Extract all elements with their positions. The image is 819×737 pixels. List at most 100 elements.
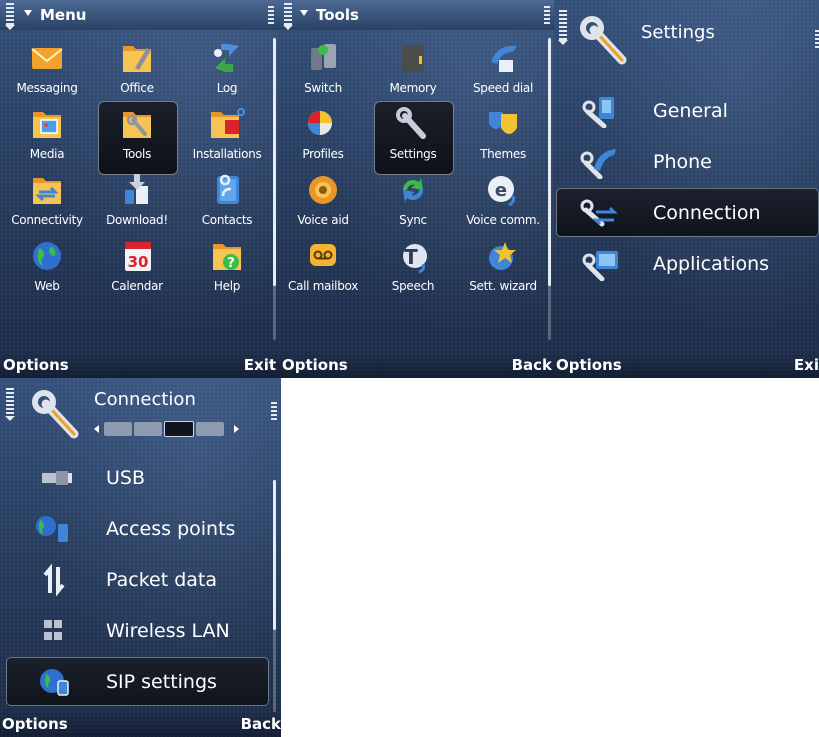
tab-packet-data[interactable] <box>164 421 194 437</box>
globe-icon <box>33 242 61 270</box>
signal-strength-icon <box>283 3 293 30</box>
scrollbar-thumb[interactable] <box>273 480 276 630</box>
menu-item-connectivity[interactable]: Connectivity <box>2 170 92 236</box>
menu-item-label: Download! <box>106 213 168 227</box>
tools-item-voice-aid[interactable]: Voice aid <box>278 170 368 236</box>
profiles-icon <box>308 111 332 135</box>
softkey-bar: Options Exit <box>0 352 278 378</box>
tools-item-themes[interactable]: Themes <box>458 104 548 170</box>
options-softkey[interactable]: Options <box>556 356 622 374</box>
tools-item-settings[interactable]: Settings <box>368 101 458 175</box>
connection-item-wireless-lan[interactable]: Wireless LAN <box>0 605 281 656</box>
settings-item-connection[interactable]: Connection <box>554 187 819 238</box>
settings-item-general[interactable]: General <box>554 85 819 136</box>
phone-settings-icon <box>580 148 616 179</box>
speech-icon: T <box>403 244 427 274</box>
menu-item-label: Web <box>34 279 60 293</box>
menu-item-contacts[interactable]: Contacts <box>182 170 272 236</box>
softkey-bar: Options Exi <box>554 352 819 378</box>
connection-item-label: Packet data <box>106 568 217 591</box>
installations-folder-icon <box>211 108 245 138</box>
tab-usb[interactable] <box>104 422 132 436</box>
scrollbar[interactable] <box>273 38 276 340</box>
tools-item-sett-wizard[interactable]: Sett. wizard <box>458 236 548 302</box>
connection-item-label: USB <box>106 466 146 489</box>
connection-item-label: Access points <box>106 517 236 540</box>
menu-item-label: Media <box>29 147 65 161</box>
tools-item-call-mailbox[interactable]: Call mailbox <box>278 236 368 302</box>
wrench-icon <box>396 107 426 139</box>
signal-strength-icon <box>5 3 15 30</box>
exit-softkey[interactable]: Exi <box>794 356 819 374</box>
back-softkey[interactable]: Back <box>241 715 281 733</box>
tab-access-points[interactable] <box>134 422 162 436</box>
page-title: Connection <box>94 389 196 410</box>
tools-item-memory[interactable]: Memory <box>368 38 458 104</box>
tab-left-arrow-icon[interactable] <box>94 425 99 433</box>
page-title: Settings <box>641 22 715 43</box>
calendar-icon: 30 <box>125 242 151 271</box>
settings-item-applications[interactable]: Applications <box>554 238 819 289</box>
svg-text:T: T <box>404 245 418 269</box>
menu-item-media[interactable]: Media <box>2 104 92 170</box>
speaker-icon <box>309 176 337 204</box>
menu-item-installations[interactable]: Installations <box>182 104 272 170</box>
connection-item-label: Wireless LAN <box>106 619 230 642</box>
tools-folder-icon <box>123 112 151 138</box>
menu-item-office[interactable]: Office <box>92 38 182 104</box>
settings-item-phone[interactable]: Phone <box>554 136 819 187</box>
tools-item-speech[interactable]: T Speech <box>368 236 458 302</box>
menu-item-label: Log <box>216 81 238 95</box>
options-softkey[interactable]: Options <box>3 356 69 374</box>
menu-item-help[interactable]: ? Help <box>182 236 272 302</box>
speed-dial-icon <box>491 45 517 72</box>
svg-text:e: e <box>495 180 507 201</box>
dropdown-arrow-icon <box>24 10 32 16</box>
menu-item-download[interactable]: Download! <box>92 170 182 236</box>
tools-item-label: Sync <box>399 213 427 227</box>
download-icon <box>125 174 148 204</box>
options-softkey[interactable]: Options <box>2 715 68 733</box>
connection-item-usb[interactable]: USB <box>0 452 281 503</box>
tools-item-voice-comm[interactable]: e Voice comm. <box>458 170 548 236</box>
calendar-day: 30 <box>128 253 149 271</box>
settings-item-label: Phone <box>653 150 712 173</box>
menu-item-log[interactable]: Log <box>182 38 272 104</box>
menu-item-messaging[interactable]: Messaging <box>2 38 92 104</box>
connection-list: USB Access points Packet data Wireless L… <box>0 452 281 707</box>
tools-item-label: Speech <box>391 279 435 293</box>
options-softkey[interactable]: Options <box>282 356 348 374</box>
back-softkey[interactable]: Back <box>512 356 552 374</box>
menu-item-tools[interactable]: Tools <box>92 101 182 175</box>
tools-titlebar: Tools <box>278 0 554 30</box>
tab-wireless-lan[interactable] <box>196 422 224 436</box>
settings-item-label: Connection <box>653 201 761 224</box>
help-icon: ? <box>213 244 241 271</box>
wireless-lan-icon <box>44 619 62 640</box>
wrench-icon <box>32 390 79 439</box>
connection-item-packet-data[interactable]: Packet data <box>0 554 281 605</box>
themes-mask-icon <box>489 112 517 134</box>
signal-strength-icon <box>558 10 568 45</box>
tools-item-switch[interactable]: Switch <box>278 38 368 104</box>
exit-softkey[interactable]: Exit <box>244 356 276 374</box>
menu-item-calendar[interactable]: 30 Calendar <box>92 236 182 302</box>
scrollbar-thumb[interactable] <box>273 38 276 286</box>
menu-screen: Menu Messaging Office Log Media Tools In… <box>0 0 278 378</box>
tools-item-profiles[interactable]: Profiles <box>278 104 368 170</box>
connection-item-sip-settings[interactable]: SIP settings <box>0 656 281 707</box>
tools-item-speed-dial[interactable]: Speed dial <box>458 38 548 104</box>
tools-item-sync[interactable]: Sync <box>368 170 458 236</box>
menu-item-label: Help <box>213 279 241 293</box>
memory-card-icon <box>402 45 424 72</box>
tab-right-arrow-icon[interactable] <box>234 425 239 433</box>
scrollbar[interactable] <box>548 38 551 340</box>
page-title: Menu <box>40 6 87 24</box>
connection-item-access-points[interactable]: Access points <box>0 503 281 554</box>
menu-item-label: Connectivity <box>11 213 83 227</box>
menu-item-web[interactable]: Web <box>2 236 92 302</box>
settings-screen: Settings General Phone Connection Applic… <box>554 0 819 378</box>
connectivity-folder-icon <box>33 178 61 204</box>
scrollbar-thumb[interactable] <box>548 38 551 286</box>
scrollbar[interactable] <box>273 480 276 712</box>
